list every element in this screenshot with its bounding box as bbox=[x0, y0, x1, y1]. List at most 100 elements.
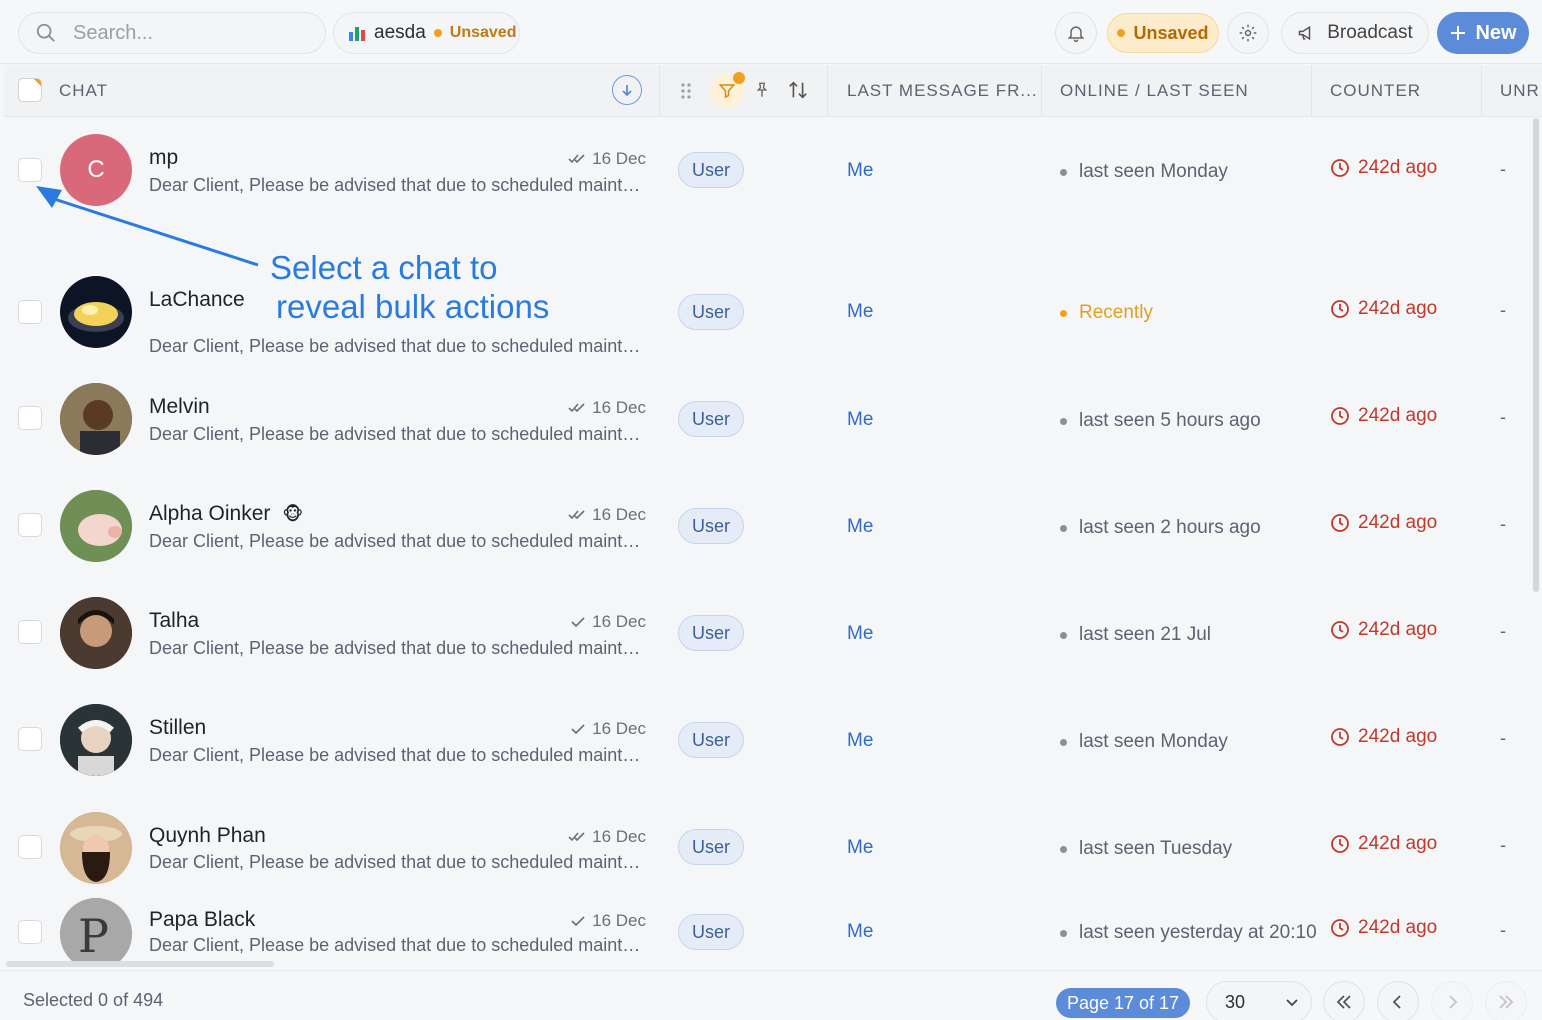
table-row[interactable]: Alpha Oinker 🐵 16 Dec Dear Client, Pleas… bbox=[4, 489, 1532, 596]
table-row[interactable]: C mp 16 Dec Dear Client, Please be advis… bbox=[4, 118, 1532, 258]
message-date: 16 Dec bbox=[564, 719, 646, 739]
last-message-from: Me bbox=[847, 409, 874, 430]
unread-count: - bbox=[1500, 407, 1506, 427]
horizontal-scrollbar[interactable] bbox=[6, 961, 274, 967]
message-date: 16 Dec bbox=[564, 827, 646, 847]
new-label: New bbox=[1475, 21, 1517, 44]
project-status: Unsaved bbox=[449, 24, 517, 41]
unread-count: - bbox=[1500, 300, 1506, 320]
column-header-counter[interactable]: COUNTER bbox=[1330, 65, 1421, 117]
message-date: 16 Dec bbox=[564, 612, 646, 632]
table-footer: Selected 0 of 494 Page 17 of 17 30 bbox=[0, 970, 1542, 1020]
column-header-last-message-from[interactable]: LAST MESSAGE FR... bbox=[847, 65, 1038, 117]
drag-handle-icon[interactable] bbox=[680, 82, 692, 100]
search-input[interactable] bbox=[73, 21, 313, 45]
row-checkbox[interactable] bbox=[18, 620, 42, 644]
last-message-from: Me bbox=[847, 730, 874, 751]
column-header-chat[interactable]: CHAT bbox=[59, 65, 108, 117]
clock-icon bbox=[1331, 728, 1349, 746]
clock-icon bbox=[1331, 621, 1349, 639]
chevrons-right-icon bbox=[1499, 995, 1514, 1009]
last-page-button[interactable] bbox=[1485, 981, 1527, 1020]
unread-count: - bbox=[1500, 159, 1506, 179]
pin-icon[interactable] bbox=[753, 80, 771, 100]
chat-name: Talha bbox=[149, 609, 200, 632]
sort-icon[interactable] bbox=[787, 79, 809, 101]
selection-count: Selected 0 of 494 bbox=[23, 990, 164, 1010]
monkey-emoji-icon: 🐵 bbox=[282, 503, 304, 524]
last-message-from: Me bbox=[847, 837, 874, 858]
previous-page-button[interactable] bbox=[1377, 981, 1419, 1020]
role-badge: User bbox=[678, 615, 744, 651]
chat-name: Stillen bbox=[149, 716, 207, 739]
message-preview: Dear Client, Please be advised that due … bbox=[149, 852, 649, 872]
counter-value: 242d ago bbox=[1330, 298, 1437, 320]
row-checkbox[interactable] bbox=[18, 920, 42, 944]
column-header-online[interactable]: ONLINE / LAST SEEN bbox=[1060, 65, 1249, 117]
column-header-unread[interactable]: UNR bbox=[1500, 65, 1540, 117]
vertical-scrollbar[interactable] bbox=[1533, 118, 1539, 592]
avatar bbox=[60, 597, 132, 669]
message-preview: Dear Client, Please be advised that due … bbox=[149, 935, 649, 955]
clock-icon bbox=[1331, 300, 1349, 318]
chat-name: Alpha Oinker 🐵 bbox=[149, 502, 304, 525]
top-toolbar: aesda Unsaved Unsaved Broadcast New bbox=[0, 0, 1542, 64]
avatar: C bbox=[60, 134, 132, 206]
settings-button[interactable] bbox=[1227, 12, 1269, 54]
role-badge: User bbox=[678, 914, 744, 950]
table-row[interactable]: Melvin 16 Dec Dear Client, Please be adv… bbox=[4, 382, 1532, 489]
row-checkbox[interactable] bbox=[18, 513, 42, 537]
check-icon bbox=[571, 617, 585, 628]
chat-name: LaChance bbox=[149, 288, 245, 311]
message-date: 16 Dec bbox=[564, 398, 646, 418]
unread-count: - bbox=[1500, 514, 1506, 534]
row-checkbox[interactable] bbox=[18, 300, 42, 324]
counter-value: 242d ago bbox=[1330, 619, 1437, 641]
avatar bbox=[60, 383, 132, 455]
table-row[interactable]: LaChance Dear Client, Please be advised … bbox=[4, 258, 1532, 382]
first-page-button[interactable] bbox=[1323, 981, 1365, 1020]
double-check-icon bbox=[568, 510, 585, 520]
last-seen-status: last seen Monday bbox=[1060, 161, 1228, 183]
chevron-down-icon bbox=[1286, 999, 1298, 1007]
check-icon bbox=[571, 916, 585, 927]
last-message-from: Me bbox=[847, 160, 874, 181]
row-checkbox[interactable] bbox=[18, 158, 42, 182]
clock-icon bbox=[1331, 159, 1349, 177]
select-all-checkbox[interactable] bbox=[18, 78, 42, 102]
filter-button[interactable] bbox=[710, 72, 745, 108]
role-badge: User bbox=[678, 401, 744, 437]
rows-per-page-select[interactable]: 30 bbox=[1206, 981, 1312, 1020]
clock-icon bbox=[1331, 407, 1349, 425]
broadcast-button[interactable]: Broadcast bbox=[1281, 12, 1429, 54]
notifications-button[interactable] bbox=[1055, 12, 1097, 54]
counter-value: 242d ago bbox=[1330, 917, 1437, 939]
row-checkbox[interactable] bbox=[18, 835, 42, 859]
megaphone-icon bbox=[1298, 25, 1311, 41]
bar-chart-icon bbox=[349, 27, 365, 41]
chat-name: Quynh Phan bbox=[149, 824, 266, 847]
counter-value: 242d ago bbox=[1330, 833, 1437, 855]
project-selector[interactable]: aesda Unsaved bbox=[333, 12, 520, 54]
sort-direction-button[interactable] bbox=[612, 75, 642, 105]
table-row[interactable]: Quynh Phan 16 Dec Dear Client, Please be… bbox=[4, 810, 1532, 896]
message-preview: Dear Client, Please be advised that due … bbox=[149, 638, 649, 658]
unsaved-indicator[interactable]: Unsaved bbox=[1107, 13, 1219, 53]
message-preview: Dear Client, Please be advised that due … bbox=[149, 336, 649, 356]
new-button[interactable]: New bbox=[1437, 12, 1529, 54]
chevrons-left-icon bbox=[1336, 995, 1351, 1009]
avatar bbox=[60, 812, 132, 884]
table-row[interactable]: Talha 16 Dec Dear Client, Please be advi… bbox=[4, 596, 1532, 703]
row-checkbox[interactable] bbox=[18, 406, 42, 430]
next-page-button[interactable] bbox=[1431, 981, 1473, 1020]
table-row[interactable]: Stillen 16 Dec Dear Client, Please be ad… bbox=[4, 703, 1532, 810]
table-row[interactable]: P Papa Black 16 Dec Dear Client, Please … bbox=[4, 896, 1532, 964]
row-checkbox[interactable] bbox=[18, 727, 42, 751]
clock-icon bbox=[1331, 514, 1349, 532]
search-box[interactable] bbox=[18, 12, 326, 54]
clock-icon bbox=[1331, 919, 1349, 937]
last-seen-status: last seen Monday bbox=[1060, 731, 1228, 753]
last-seen-status: Recently bbox=[1060, 302, 1153, 324]
bell-icon bbox=[1067, 26, 1085, 43]
unread-count: - bbox=[1500, 621, 1506, 641]
